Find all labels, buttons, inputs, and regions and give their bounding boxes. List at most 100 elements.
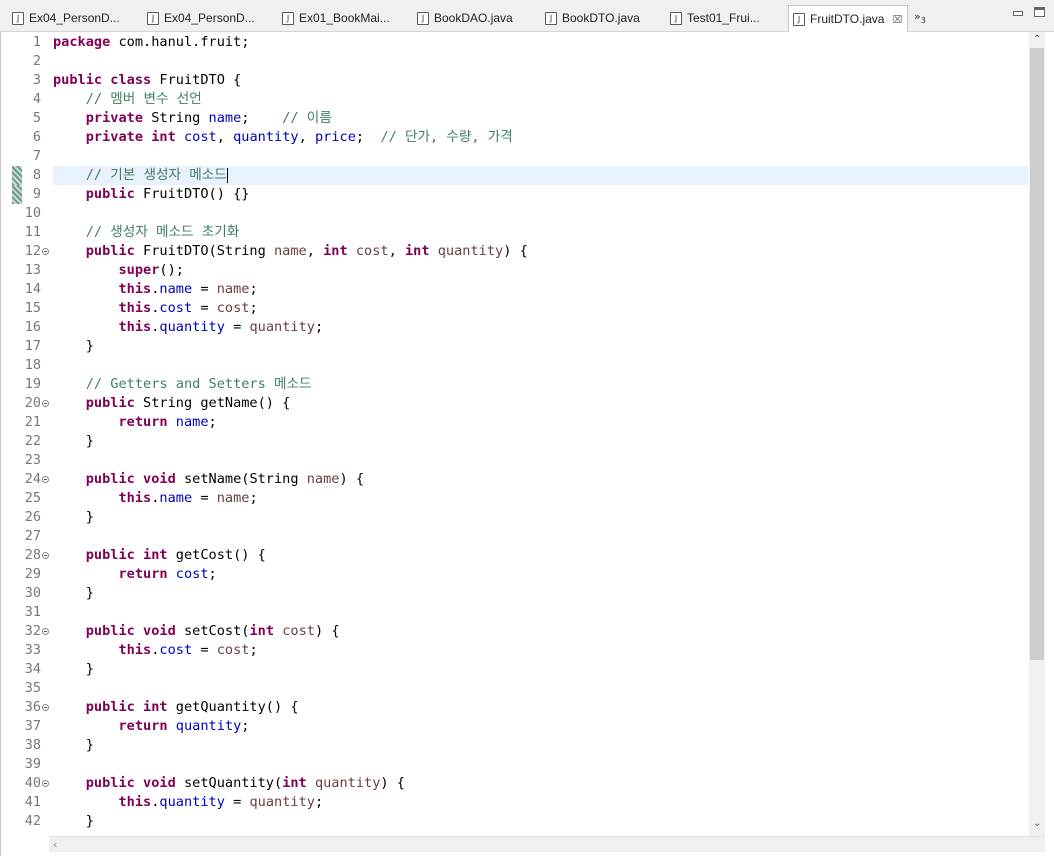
collapse-fold-icon[interactable] bbox=[42, 476, 49, 483]
tab-label: BookDAO.java bbox=[434, 11, 513, 25]
code-line[interactable]: return cost; bbox=[53, 565, 216, 584]
collapse-fold-icon[interactable] bbox=[42, 704, 49, 711]
editor-tab[interactable]: J Test01_Frui... bbox=[670, 6, 780, 30]
code-line[interactable]: // 멤버 변수 선언 bbox=[53, 90, 202, 109]
line-number: 31 bbox=[24, 604, 41, 620]
scroll-up-arrow-icon[interactable]: ⌃ bbox=[1033, 34, 1041, 45]
code-line[interactable]: } bbox=[53, 812, 94, 831]
code-line[interactable]: public void setQuantity(int quantity) { bbox=[53, 774, 405, 793]
editor-tab[interactable]: J Ex04_PersonD... bbox=[147, 6, 267, 30]
code-line[interactable]: public void setName(String name) { bbox=[53, 470, 364, 489]
vertical-scrollbar[interactable]: ⌃ ⌄ bbox=[1029, 32, 1045, 836]
java-file-icon: J bbox=[147, 11, 159, 25]
code-line[interactable]: } bbox=[53, 736, 94, 755]
line-number: 23 bbox=[24, 452, 41, 468]
maximize-icon[interactable] bbox=[1034, 7, 1045, 17]
code-line[interactable]: public int getQuantity() { bbox=[53, 698, 299, 717]
code-line[interactable]: // Getters and Setters 메소드 bbox=[53, 375, 312, 394]
line-number: 18 bbox=[24, 357, 41, 373]
code-line[interactable]: super(); bbox=[53, 261, 183, 280]
editor-tab[interactable]: J Ex01_BookMai... bbox=[282, 6, 402, 30]
overflow-chevron-icon: » bbox=[914, 10, 921, 23]
change-marker bbox=[12, 185, 22, 204]
code-line[interactable]: } bbox=[53, 337, 94, 356]
line-number: 37 bbox=[24, 718, 41, 734]
line-number: 30 bbox=[24, 585, 41, 601]
java-file-icon: J bbox=[793, 12, 805, 26]
line-number: 24 bbox=[24, 471, 41, 487]
code-line[interactable]: this.name = name; bbox=[53, 280, 257, 299]
line-number: 26 bbox=[24, 509, 41, 525]
collapse-fold-icon[interactable] bbox=[42, 552, 49, 559]
vertical-scrollbar-thumb[interactable] bbox=[1030, 48, 1044, 660]
tab-overflow-button[interactable]: »3 bbox=[914, 10, 926, 25]
line-number: 4 bbox=[32, 91, 41, 107]
line-number: 16 bbox=[24, 319, 41, 335]
line-number: 25 bbox=[24, 490, 41, 506]
collapse-fold-icon[interactable] bbox=[42, 780, 49, 787]
editor-tab[interactable]: J BookDTO.java bbox=[545, 6, 660, 30]
line-number: 14 bbox=[24, 281, 41, 297]
line-number: 6 bbox=[32, 129, 41, 145]
scroll-left-arrow-icon[interactable]: ‹ bbox=[53, 838, 57, 851]
line-number: 21 bbox=[24, 414, 41, 430]
code-line[interactable]: public String getName() { bbox=[53, 394, 291, 413]
code-line[interactable]: } bbox=[53, 660, 94, 679]
code-line[interactable]: // 기본 생성자 메소드 bbox=[53, 166, 228, 185]
editor-tab[interactable]: J Ex04_PersonD... bbox=[12, 6, 132, 30]
line-number: 36 bbox=[24, 699, 41, 715]
close-icon[interactable]: ☒ bbox=[892, 13, 902, 26]
code-line[interactable]: return quantity; bbox=[53, 717, 249, 736]
java-file-icon: J bbox=[670, 11, 682, 25]
code-line[interactable]: public class FruitDTO { bbox=[53, 71, 241, 90]
code-line[interactable]: } bbox=[53, 584, 94, 603]
code-line[interactable]: return name; bbox=[53, 413, 216, 432]
code-line[interactable]: private int cost, quantity, price; // 단가… bbox=[53, 128, 513, 147]
line-number: 5 bbox=[32, 110, 41, 126]
line-number-ruler: 1 2 3 4 5 6 7 8 9 10 11 12 13 14 15 16 17 18 19 20 21 22 23 24 2… bbox=[1, 32, 49, 836]
text-cursor bbox=[226, 167, 228, 183]
line-number: 17 bbox=[24, 338, 41, 354]
line-number: 32 bbox=[24, 623, 41, 639]
java-file-icon: J bbox=[12, 11, 24, 25]
collapse-fold-icon[interactable] bbox=[42, 400, 49, 407]
code-line[interactable]: public int getCost() { bbox=[53, 546, 266, 565]
tab-label: BookDTO.java bbox=[562, 11, 640, 25]
editor-tab[interactable]: J FruitDTO.java ☒ bbox=[788, 5, 908, 32]
code-line[interactable]: private String name; // 이름 bbox=[53, 109, 332, 128]
horizontal-scrollbar[interactable]: ‹ bbox=[49, 836, 1045, 852]
collapse-fold-icon[interactable] bbox=[42, 628, 49, 635]
line-number: 22 bbox=[24, 433, 41, 449]
collapse-fold-icon[interactable] bbox=[42, 248, 49, 255]
line-number: 35 bbox=[24, 680, 41, 696]
code-text-area[interactable]: package com.hanul.fruit; public class Fru… bbox=[53, 32, 1028, 836]
code-line[interactable]: this.cost = cost; bbox=[53, 299, 257, 318]
line-number: 12 bbox=[24, 243, 41, 259]
code-line[interactable]: public FruitDTO() {} bbox=[53, 185, 250, 204]
minimize-icon[interactable] bbox=[1012, 7, 1023, 17]
code-line[interactable]: this.cost = cost; bbox=[53, 641, 257, 660]
line-number: 7 bbox=[32, 148, 41, 164]
line-number: 19 bbox=[24, 376, 41, 392]
line-number: 27 bbox=[24, 528, 41, 544]
code-line[interactable]: } bbox=[53, 508, 94, 527]
line-number: 34 bbox=[24, 661, 41, 677]
code-line[interactable]: package com.hanul.fruit; bbox=[53, 33, 249, 52]
line-number: 13 bbox=[24, 262, 41, 278]
tab-label: Ex04_PersonD... bbox=[164, 11, 255, 25]
line-number: 33 bbox=[24, 642, 41, 658]
scroll-down-arrow-icon[interactable]: ⌄ bbox=[1033, 818, 1041, 829]
code-line[interactable]: this.quantity = quantity; bbox=[53, 318, 323, 337]
line-number: 1 bbox=[32, 34, 41, 50]
code-line[interactable]: this.name = name; bbox=[53, 489, 257, 508]
code-line[interactable]: } bbox=[53, 432, 94, 451]
code-editor[interactable]: 1 2 3 4 5 6 7 8 9 10 11 12 13 14 15 16 17 18 19 20 21 22 23 24 2… bbox=[0, 32, 1054, 856]
code-line[interactable]: // 생성자 메소드 초기화 bbox=[53, 223, 239, 242]
code-line[interactable]: this.quantity = quantity; bbox=[53, 793, 323, 812]
line-number: 39 bbox=[24, 756, 41, 772]
line-number: 2 bbox=[32, 53, 41, 69]
editor-tab[interactable]: J BookDAO.java bbox=[417, 6, 532, 30]
code-line[interactable]: public FruitDTO(String name, int cost, i… bbox=[53, 242, 528, 261]
line-number: 41 bbox=[24, 794, 41, 810]
code-line[interactable]: public void setCost(int cost) { bbox=[53, 622, 340, 641]
